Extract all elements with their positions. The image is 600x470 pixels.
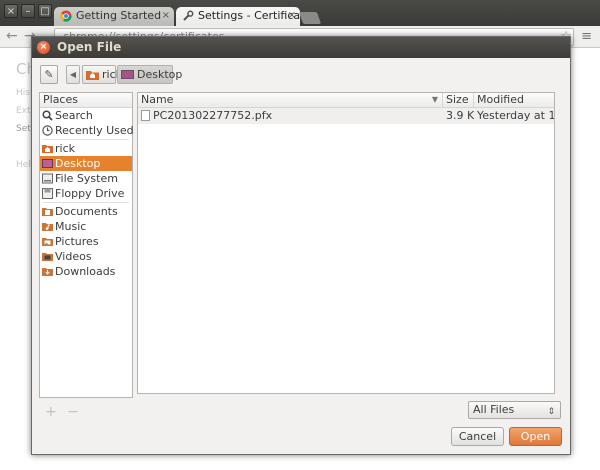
place-label: Downloads <box>55 265 116 278</box>
back-icon[interactable]: ← <box>6 28 18 44</box>
place-label: Desktop <box>55 157 101 170</box>
type-location-button[interactable]: ✎ <box>40 65 58 84</box>
nav-item: His <box>16 88 30 98</box>
breadcrumb-desktop[interactable]: Desktop <box>117 65 182 84</box>
places-divider <box>43 202 129 203</box>
file-name: PC201302277752.pfx <box>153 109 273 122</box>
file-icon <box>141 110 150 121</box>
bookmark-controls: + − <box>45 404 79 420</box>
window-controls: × – □ <box>4 4 52 18</box>
place-label: rick <box>55 142 75 155</box>
place-file-system[interactable]: File System <box>40 171 132 186</box>
file-row[interactable]: PC201302277752.pfx 3.9 KB Yesterday at 1… <box>138 108 554 124</box>
place-label: File System <box>55 172 118 185</box>
tab-close-icon[interactable]: × <box>288 7 296 25</box>
new-tab-button[interactable] <box>298 12 322 24</box>
window-close-button[interactable]: × <box>4 4 18 18</box>
place-floppy-drive[interactable]: Floppy Drive <box>40 186 132 201</box>
pencil-icon: ✎ <box>44 68 54 81</box>
home-folder-icon <box>42 145 53 153</box>
browser-tabstrip: × – □ Getting Started × Settings - Certi… <box>0 0 600 26</box>
place-videos[interactable]: Videos <box>40 249 132 264</box>
documents-icon <box>42 208 53 216</box>
places-header: Places <box>40 93 132 108</box>
file-name-cell: PC201302277752.pfx <box>138 108 443 124</box>
nav-item: Ext <box>16 106 31 116</box>
sort-descending-icon: ▼ <box>431 95 438 104</box>
file-list: Name ▼ Size Modified PC201302277752.pfx … <box>137 92 555 394</box>
place-label: Pictures <box>55 235 99 248</box>
place-downloads[interactable]: Downloads <box>40 264 132 279</box>
place-label: Floppy Drive <box>55 187 125 200</box>
remove-bookmark-icon[interactable]: − <box>67 404 79 420</box>
dropdown-arrows-icon: ⇕ <box>547 407 555 417</box>
breadcrumb-label: Desktop <box>137 68 183 81</box>
window-maximize-button[interactable]: □ <box>38 4 52 18</box>
places-divider <box>43 139 129 140</box>
close-icon[interactable]: × <box>37 41 50 54</box>
tab-settings[interactable]: Settings - Certificate manager × <box>176 7 300 26</box>
dialog-titlebar: × Open File <box>32 37 570 58</box>
floppy-icon <box>42 188 53 199</box>
window-minimize-button[interactable]: – <box>21 4 35 18</box>
desktop-icon <box>42 159 53 168</box>
column-header-modified[interactable]: Modified <box>474 93 554 107</box>
tab-close-icon[interactable]: × <box>162 7 170 25</box>
recent-icon <box>42 125 53 136</box>
place-rick[interactable]: rick <box>40 141 132 156</box>
open-file-dialog: × Open File ✎ ◀ rick Desktop Places Sear… <box>31 36 571 455</box>
tab-getting-started[interactable]: Getting Started × <box>54 7 174 26</box>
add-bookmark-icon[interactable]: + <box>45 404 57 420</box>
place-documents[interactable]: Documents <box>40 204 132 219</box>
column-header-size[interactable]: Size <box>443 93 474 107</box>
menu-icon[interactable]: ≡ <box>581 29 592 44</box>
path-scroll-left-button[interactable]: ◀ <box>66 65 80 84</box>
filter-value: All Files <box>473 403 515 416</box>
place-search[interactable]: Search <box>40 108 132 123</box>
tab-title: Getting Started <box>76 9 162 22</box>
dialog-title: Open File <box>57 40 122 54</box>
drive-icon <box>42 173 53 184</box>
pictures-icon <box>42 238 53 246</box>
column-header-name[interactable]: Name ▼ <box>138 93 443 107</box>
desktop-icon <box>121 70 134 79</box>
file-modified: Yesterday at 12:26 <box>477 109 554 122</box>
file-size: 3.9 KB <box>446 109 474 122</box>
place-label: Documents <box>55 205 118 218</box>
file-type-filter[interactable]: All Files ⇕ <box>468 401 561 419</box>
file-list-header: Name ▼ Size Modified <box>138 93 554 108</box>
place-label: Music <box>55 220 87 233</box>
place-music[interactable]: Music <box>40 219 132 234</box>
downloads-icon <box>42 268 53 276</box>
place-label: Videos <box>55 250 92 263</box>
cancel-button[interactable]: Cancel <box>451 427 504 446</box>
place-desktop[interactable]: Desktop <box>40 156 132 171</box>
chrome-icon <box>60 10 72 22</box>
place-recently-used[interactable]: Recently Used <box>40 123 134 138</box>
music-icon <box>42 223 53 231</box>
place-pictures[interactable]: Pictures <box>40 234 132 249</box>
videos-icon <box>42 253 53 261</box>
home-folder-icon <box>86 71 99 80</box>
search-icon <box>42 110 53 121</box>
tab-title: Settings - Certificate manager <box>198 9 300 22</box>
place-label: Search <box>55 109 93 122</box>
wrench-icon <box>183 10 194 21</box>
breadcrumb-rick[interactable]: rick <box>82 65 122 84</box>
place-label: Recently Used <box>55 124 134 137</box>
places-sidebar: Places Search Recently Used rick Desktop… <box>39 92 134 398</box>
column-label: Name <box>141 93 174 106</box>
open-button[interactable]: Open <box>509 427 562 446</box>
